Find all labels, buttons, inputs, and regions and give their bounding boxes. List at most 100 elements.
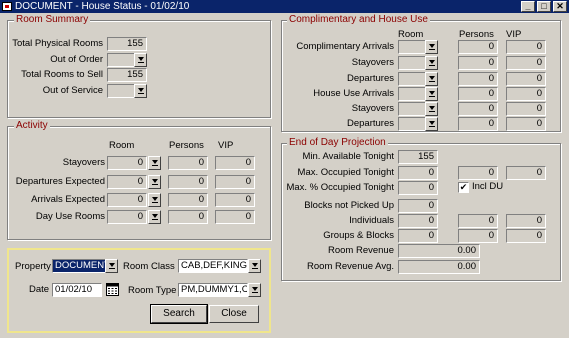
complimentary-persons-field: 0	[458, 102, 498, 116]
search-button[interactable]: Search	[150, 304, 208, 324]
property-field[interactable]: DOCUMENT	[52, 259, 106, 273]
max-occupied-label: Max. Occupied Tonight	[297, 167, 394, 178]
close-window-button[interactable]: ✕	[553, 1, 567, 12]
activity-room-field: 0	[107, 156, 147, 170]
complimentary-persons-field: 0	[458, 56, 498, 70]
room-type-label: Room Type	[128, 285, 177, 296]
activity-row-label: Stayovers	[62, 157, 105, 168]
activity-vip-field: 0	[215, 156, 255, 170]
complimentary-vip-field: 0	[506, 102, 546, 116]
activity-row-label: Departures Expected	[15, 176, 105, 187]
incl-du-label: Incl DU	[472, 181, 504, 192]
activity-persons-field: 0	[168, 175, 208, 189]
title-bar: DOCUMENT - House Status - 01/02/10 _ □ ✕	[0, 0, 569, 13]
activity-persons-field: 0	[168, 156, 208, 170]
complimentary-row-label: Stayovers	[351, 103, 394, 114]
incl-du-checkbox[interactable]: ✔	[458, 182, 469, 193]
complimentary-row-label: Stayovers	[351, 57, 394, 68]
blocks-not-picked-field: 0	[398, 199, 438, 213]
individuals-field: 0	[398, 214, 438, 228]
activity-row-label: Day Use Rooms	[35, 211, 105, 222]
complimentary-vip-field: 0	[506, 117, 546, 131]
groups-blocks-vip-field: 0	[506, 229, 546, 243]
complimentary-vip-field: 0	[506, 72, 546, 86]
room-revenue-avg-field: 0.00	[398, 260, 480, 274]
activity-room-field: 0	[107, 210, 147, 224]
complimentary-persons-field: 0	[458, 40, 498, 54]
groups-blocks-field: 0	[398, 229, 438, 243]
out-of-service-dropdown-icon[interactable]	[134, 84, 147, 98]
complimentary-dropdown-icon[interactable]	[425, 87, 438, 101]
complimentary-dropdown-icon[interactable]	[425, 56, 438, 70]
calendar-icon[interactable]	[106, 283, 119, 296]
complimentary-row-label: Departures	[347, 73, 394, 84]
complimentary-dropdown-icon[interactable]	[425, 72, 438, 86]
out-of-service-label: Out of Service	[42, 85, 103, 96]
max-occupied-persons-field: 0	[458, 166, 498, 180]
date-label: Date	[29, 284, 50, 295]
complimentary-row-label: House Use Arrivals	[313, 88, 394, 99]
complimentary-dropdown-icon[interactable]	[425, 102, 438, 116]
individuals-label: Individuals	[349, 215, 394, 226]
minimize-button[interactable]: _	[521, 1, 535, 12]
room-summary-legend: Room Summary	[14, 14, 91, 25]
complimentary-vip-field: 0	[506, 40, 546, 54]
out-of-order-label: Out of Order	[50, 54, 103, 65]
property-label: Property	[15, 261, 51, 272]
activity-persons-field: 0	[168, 193, 208, 207]
total-physical-rooms-label: Total Physical Rooms	[12, 38, 103, 49]
activity-dropdown-icon[interactable]	[148, 210, 161, 224]
individuals-vip-field: 0	[506, 214, 546, 228]
activity-vip-field: 0	[215, 193, 255, 207]
total-rooms-to-sell-field: 155	[107, 68, 147, 82]
window-title: DOCUMENT - House Status - 01/02/10	[15, 1, 190, 12]
activity-room-field: 0	[107, 193, 147, 207]
total-physical-rooms-field: 155	[107, 37, 147, 51]
groups-blocks-label: Groups & Blocks	[323, 230, 394, 241]
maximize-button[interactable]: □	[537, 1, 551, 12]
complimentary-dropdown-icon[interactable]	[425, 117, 438, 131]
room-class-dropdown-icon[interactable]	[248, 259, 261, 273]
min-available-field: 155	[398, 150, 438, 164]
activity-dropdown-icon[interactable]	[148, 156, 161, 170]
individuals-persons-field: 0	[458, 214, 498, 228]
min-available-label: Min. Available Tonight	[302, 151, 394, 162]
max-occupied-vip-field: 0	[506, 166, 546, 180]
activity-header-persons: Persons	[169, 140, 204, 151]
max-pct-occupied-label: Max. % Occupied Tonight	[286, 182, 394, 193]
complimentary-persons-field: 0	[458, 72, 498, 86]
complimentary-row-label: Departures	[347, 118, 394, 129]
out-of-order-dropdown-icon[interactable]	[134, 53, 147, 67]
room-type-dropdown-icon[interactable]	[248, 283, 261, 297]
complimentary-vip-field: 0	[506, 87, 546, 101]
room-class-field[interactable]: CAB,DEF,KING,	[178, 259, 248, 273]
complimentary-dropdown-icon[interactable]	[425, 40, 438, 54]
property-dropdown-icon[interactable]	[105, 259, 118, 273]
end-of-day-legend: End of Day Projection	[287, 137, 388, 148]
close-button[interactable]: Close	[209, 305, 259, 323]
max-occupied-field: 0	[398, 166, 438, 180]
activity-header-vip: VIP	[218, 140, 234, 151]
activity-dropdown-icon[interactable]	[148, 193, 161, 207]
activity-header-room: Room	[109, 140, 135, 151]
complimentary-legend: Complimentary and House Use	[287, 14, 430, 25]
complimentary-persons-field: 0	[458, 87, 498, 101]
blocks-not-picked-label: Blocks not Picked Up	[304, 200, 394, 211]
room-class-label: Room Class	[123, 261, 175, 272]
activity-room-field: 0	[107, 175, 147, 189]
complimentary-row-label: Complimentary Arrivals	[296, 41, 394, 52]
activity-row-label: Arrivals Expected	[31, 194, 105, 205]
activity-vip-field: 0	[215, 210, 255, 224]
activity-persons-field: 0	[168, 210, 208, 224]
room-revenue-avg-label: Room Revenue Avg.	[307, 261, 394, 272]
app-icon	[2, 2, 12, 11]
complimentary-vip-field: 0	[506, 56, 546, 70]
date-field[interactable]: 01/02/10	[52, 283, 102, 297]
max-pct-occupied-field: 0	[398, 181, 438, 195]
room-type-field[interactable]: PM,DUMMY1,CA	[178, 283, 248, 297]
activity-vip-field: 0	[215, 175, 255, 189]
activity-dropdown-icon[interactable]	[148, 175, 161, 189]
total-rooms-to-sell-label: Total Rooms to Sell	[21, 69, 103, 80]
room-revenue-label: Room Revenue	[327, 245, 394, 256]
groups-blocks-persons-field: 0	[458, 229, 498, 243]
